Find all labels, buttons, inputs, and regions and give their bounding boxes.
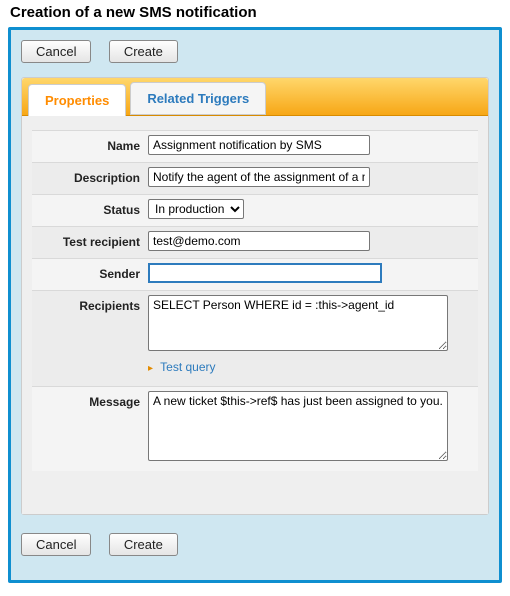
create-button-bottom[interactable]: Create <box>109 533 178 556</box>
main-panel: Cancel Create Properties Related Trigger… <box>8 27 502 583</box>
cancel-button-bottom[interactable]: Cancel <box>21 533 91 556</box>
tabs-container: Properties Related Triggers Name Descrip… <box>21 77 489 515</box>
label-test-recipient: Test recipient <box>36 231 148 249</box>
message-textarea[interactable] <box>148 391 448 461</box>
create-button[interactable]: Create <box>109 40 178 63</box>
label-sender: Sender <box>36 263 148 281</box>
status-select[interactable]: In production <box>148 199 244 219</box>
tab-properties[interactable]: Properties <box>28 84 126 116</box>
label-recipients: Recipients <box>36 295 148 313</box>
recipients-textarea[interactable] <box>148 295 448 351</box>
test-recipient-input[interactable] <box>148 231 370 251</box>
label-description: Description <box>36 167 148 185</box>
tab-related-triggers[interactable]: Related Triggers <box>130 82 266 115</box>
tab-bar: Properties Related Triggers <box>22 78 488 116</box>
cancel-button[interactable]: Cancel <box>21 40 91 63</box>
label-name: Name <box>36 135 148 153</box>
label-status: Status <box>36 199 148 217</box>
name-input[interactable] <box>148 135 370 155</box>
sender-input[interactable] <box>148 263 382 283</box>
page-title: Creation of a new SMS notification <box>10 4 502 21</box>
triangle-right-icon: ▸ <box>148 363 153 374</box>
bottom-button-row: Cancel Create <box>21 533 192 556</box>
label-message: Message <box>36 391 148 409</box>
description-input[interactable] <box>148 167 370 187</box>
top-button-row: Cancel Create <box>21 40 489 63</box>
tab-body-properties: Name Description Status <box>22 116 488 514</box>
test-query-link[interactable]: Test query <box>160 360 215 374</box>
test-query-row: ▸ Test query <box>148 360 474 374</box>
